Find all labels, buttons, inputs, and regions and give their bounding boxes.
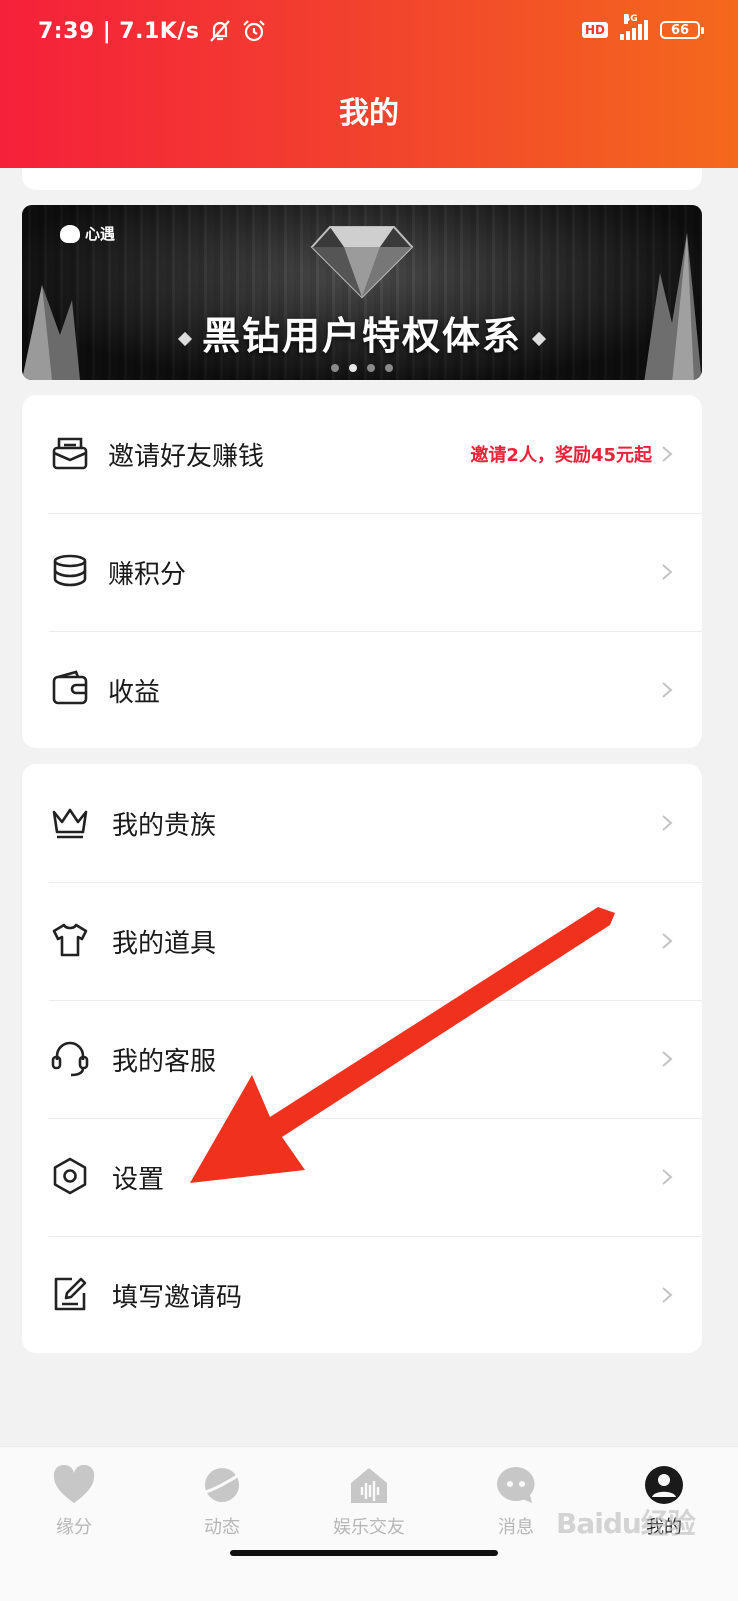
menu-item-label: 填写邀请码 [112, 1282, 243, 1313]
menu-item-label: 邀请好友赚钱 [108, 441, 265, 472]
menu-card-account: 我的贵族 我的道具 我的客服 设置 填写邀请码 [22, 764, 702, 1353]
carousel-dot[interactable] [331, 364, 339, 372]
battery-icon: 66 [660, 21, 704, 39]
menu-item-earnings[interactable]: 收益 [22, 631, 702, 748]
banner-title-wrap: 黑钻用户特权体系 [22, 305, 702, 360]
chevron-right-icon [662, 446, 673, 462]
chevron-right-icon [662, 1051, 673, 1067]
menu-item-invite-friends[interactable]: 邀请好友赚钱 邀请2人，奖励45元起 [22, 395, 702, 513]
menu-item-earn-points[interactable]: 赚积分 [22, 513, 702, 631]
carousel-dot[interactable] [367, 364, 375, 372]
app-logo-icon [60, 224, 80, 243]
menu-item-label: 收益 [108, 677, 161, 708]
tab-moments[interactable]: 动态 [162, 1465, 282, 1539]
invite-reward-text: 邀请2人，奖励45元起 [470, 445, 652, 466]
banner-title: 黑钻用户特权体系 [201, 314, 522, 358]
carousel-dots[interactable] [22, 364, 702, 372]
promo-banner[interactable]: 心遇 黑钻用户特权体系 [22, 205, 702, 380]
profile-card-bottom [22, 168, 702, 190]
heart-icon [53, 1465, 95, 1503]
chat-bubble-icon [497, 1467, 535, 1503]
tab-label: 动态 [204, 1517, 240, 1538]
wallet-icon [52, 670, 88, 705]
invite-envelope-icon [52, 437, 88, 470]
page-title: 我的 [339, 96, 399, 131]
menu-item-label: 设置 [112, 1164, 165, 1195]
chevron-right-icon [662, 933, 673, 949]
edit-note-icon [54, 1277, 87, 1311]
home-voice-icon [351, 1468, 387, 1503]
mute-bell-icon [210, 20, 231, 42]
status-divider: | [102, 18, 112, 44]
status-bar: 7:39 | 7.1K/s HD 4G 66 [0, 0, 738, 64]
chevron-right-icon [662, 815, 673, 831]
menu-item-invite-code[interactable]: 填写邀请码 [22, 1236, 702, 1353]
coins-stack-icon [53, 554, 87, 587]
menu-item-settings[interactable]: 设置 [22, 1118, 702, 1236]
diamond-bullet-right [531, 331, 547, 346]
menu-item-customer-service[interactable]: 我的客服 [22, 1000, 702, 1118]
planet-icon [201, 1468, 243, 1502]
chevron-right-icon [662, 1169, 673, 1185]
diamond-bullet-left [177, 331, 193, 346]
tab-label: 缘分 [56, 1517, 92, 1538]
home-indicator[interactable] [230, 1550, 498, 1556]
banner-logo-text: 心遇 [85, 225, 116, 243]
menu-item-label: 我的道具 [112, 928, 217, 959]
network-type: 4G [624, 14, 638, 24]
signal-icon: 4G [620, 14, 648, 40]
status-left: 7:39 | 7.1K/s [38, 18, 267, 44]
menu-item-label: 我的客服 [112, 1046, 217, 1077]
carousel-dot[interactable] [385, 364, 393, 372]
menu-item-nobility[interactable]: 我的贵族 [22, 764, 702, 882]
menu-card-earnings: 邀请好友赚钱 邀请2人，奖励45元起 赚积分 收益 [22, 395, 702, 748]
headset-icon [51, 1041, 89, 1077]
alarm-clock-icon [243, 20, 266, 42]
banner-logo: 心遇 [60, 223, 115, 244]
black-diamond-icon [310, 226, 414, 299]
menu-item-label: 赚积分 [108, 559, 187, 590]
chevron-right-icon [662, 564, 673, 580]
crown-icon [52, 808, 88, 839]
status-time: 7:39 [38, 18, 95, 44]
tab-entertainment[interactable]: 娱乐交友 [309, 1465, 429, 1539]
chevron-right-icon [662, 682, 673, 698]
tab-label: 娱乐交友 [333, 1517, 405, 1538]
battery-level: 66 [670, 22, 690, 38]
baidu-watermark: Baidu经验 [556, 1507, 696, 1540]
hd-badge: HD [581, 22, 608, 38]
carousel-dot-active[interactable] [349, 364, 357, 372]
user-icon [645, 1466, 683, 1504]
hexagon-settings-icon [53, 1157, 87, 1195]
header: 7:39 | 7.1K/s HD 4G 66 我的 [0, 0, 738, 168]
tshirt-icon [52, 923, 88, 957]
status-net-speed: 7.1K/s [119, 18, 200, 44]
status-right: HD 4G 66 [581, 14, 704, 40]
menu-item-props[interactable]: 我的道具 [22, 882, 702, 1000]
tab-fate[interactable]: 缘分 [14, 1465, 134, 1539]
chevron-right-icon [662, 1287, 673, 1303]
menu-item-label: 我的贵族 [112, 810, 217, 841]
